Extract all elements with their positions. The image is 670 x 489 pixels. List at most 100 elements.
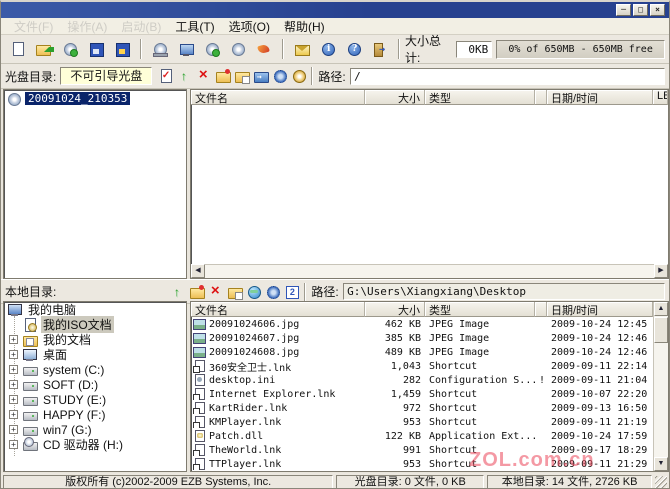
file-size: 972 xyxy=(365,403,425,414)
tree-item-my-iso-documents[interactable]: 我的ISO文档 xyxy=(4,317,186,332)
column-header-type[interactable]: 类型 xyxy=(425,90,535,105)
find-button[interactable] xyxy=(289,67,308,86)
file-row[interactable]: 20091024607.jpg385 KBJPEG Image2009-10-2… xyxy=(191,331,668,345)
tree-item-drive-d[interactable]: +SOFT (D:) xyxy=(4,377,186,392)
extract-to-button[interactable] xyxy=(251,67,270,86)
burner-icon xyxy=(152,41,168,57)
tree-item-drive-e[interactable]: +STUDY (E:) xyxy=(4,392,186,407)
disc-file-list-body[interactable] xyxy=(191,105,668,251)
file-row[interactable]: TTPlayer.lnk953Shortcut2009-09-11 21:29 xyxy=(191,457,668,471)
new-folder-button[interactable] xyxy=(213,67,232,86)
file-row[interactable]: Internet Explorer.lnk1,459Shortcut2009-1… xyxy=(191,387,668,401)
disc-info-button[interactable] xyxy=(226,38,250,60)
open-image-button[interactable]: ▾ xyxy=(32,38,56,60)
convert-image-button[interactable] xyxy=(174,38,198,60)
expander-icon[interactable]: + xyxy=(9,380,18,389)
menu-item-actions[interactable]: 操作(A) xyxy=(60,17,114,36)
expander-icon[interactable]: + xyxy=(9,335,18,344)
disc-root-item[interactable]: 20091024_210353 xyxy=(4,90,186,107)
burn-cd-button[interactable] xyxy=(148,38,172,60)
tree-item-cd-drive-h[interactable]: +CD 驱动器 (H:) xyxy=(4,437,186,452)
new-folder-button[interactable] xyxy=(187,282,206,301)
explore-button[interactable] xyxy=(282,282,301,301)
delete-button[interactable] xyxy=(194,67,213,86)
menu-item-help[interactable]: 帮助(H) xyxy=(277,17,332,36)
help-button[interactable] xyxy=(342,38,366,60)
disc-path-input[interactable]: / xyxy=(350,68,665,85)
tree-item-drive-c[interactable]: +system (C:) xyxy=(4,362,186,377)
tree-item-drive-g[interactable]: +win7 (G:) xyxy=(4,422,186,437)
expander-icon[interactable]: + xyxy=(9,395,18,404)
local-list-vertical-scrollbar[interactable]: ▲ ▼ xyxy=(653,302,668,471)
new-image-button[interactable] xyxy=(6,38,30,60)
make-cd-image-button[interactable] xyxy=(58,38,82,60)
file-row[interactable]: desktop.ini282Configuration S...!2009-09… xyxy=(191,373,668,387)
save-as-button[interactable] xyxy=(110,38,134,60)
file-row[interactable]: 360安全卫士.lnk1,043Shortcut2009-09-11 22:14 xyxy=(191,359,668,373)
send-mail-button[interactable] xyxy=(290,38,314,60)
disc-list-horizontal-scrollbar[interactable]: ◀ ▶ xyxy=(191,264,668,278)
expander-icon[interactable]: + xyxy=(9,425,18,434)
rename-button[interactable] xyxy=(225,282,244,301)
up-one-level-button[interactable] xyxy=(168,282,187,301)
column-header-lba[interactable]: LB xyxy=(653,90,668,105)
scroll-up-arrow-icon[interactable]: ▲ xyxy=(654,302,668,316)
file-row[interactable]: 20091024608.jpg489 KBJPEG Image2009-10-2… xyxy=(191,345,668,359)
refresh-button[interactable] xyxy=(244,282,263,301)
menu-item-options[interactable]: 选项(O) xyxy=(222,17,277,36)
tree-item-desktop[interactable]: +桌面 xyxy=(4,347,186,362)
menu-item-file[interactable]: 文件(F) xyxy=(7,17,60,36)
scrollbar-thumb[interactable] xyxy=(654,317,668,343)
file-name: TTPlayer.lnk xyxy=(209,459,281,470)
file-row[interactable]: KMPlayer.lnk953Shortcut2009-09-11 21:19 xyxy=(191,415,668,429)
column-header-filename[interactable]: 文件名 xyxy=(191,90,365,105)
file-row[interactable]: 20091024606.jpg462 KBJPEG Image2009-10-2… xyxy=(191,317,668,331)
filter-button[interactable] xyxy=(263,282,282,301)
filter-button[interactable] xyxy=(270,67,289,86)
expander-icon[interactable]: + xyxy=(9,365,18,374)
erase-disc-button[interactable] xyxy=(252,38,276,60)
tree-item-drive-f[interactable]: +HAPPY (F:) xyxy=(4,407,186,422)
file-size: 1,043 xyxy=(365,361,425,372)
capacity-indicator: 0% of 650MB - 650MB free xyxy=(496,40,665,59)
scroll-right-arrow-icon[interactable]: ▶ xyxy=(654,264,668,278)
column-header-size[interactable]: 大小 xyxy=(365,302,425,317)
column-header-attr[interactable] xyxy=(535,90,547,105)
expander-icon[interactable]: + xyxy=(9,350,18,359)
menu-item-bootable[interactable]: 启动(B) xyxy=(114,17,168,36)
boot-status-box[interactable]: 不可引导光盘 xyxy=(60,67,152,85)
file-name: TheWorld.lnk xyxy=(209,445,281,456)
verify-disc-button[interactable] xyxy=(200,38,224,60)
delete-button[interactable] xyxy=(206,282,225,301)
rename-button[interactable] xyxy=(232,67,251,86)
column-header-datetime[interactable]: 日期/时间 xyxy=(547,302,653,317)
column-header-type[interactable]: 类型 xyxy=(425,302,535,317)
scroll-down-arrow-icon[interactable]: ▼ xyxy=(654,457,668,471)
disc-gray-icon xyxy=(230,41,246,57)
minimize-button[interactable]: ─ xyxy=(616,4,631,16)
shortcut-file-icon xyxy=(193,388,206,400)
column-header-size[interactable]: 大小 xyxy=(365,90,425,105)
file-row[interactable]: KartRider.lnk972Shortcut2009-09-13 16:50 xyxy=(191,401,668,415)
tree-item-my-computer[interactable]: 我的电脑 xyxy=(4,302,186,317)
tree-item-my-documents[interactable]: +我的文档 xyxy=(4,332,186,347)
exit-button[interactable] xyxy=(368,38,392,60)
column-header-filename[interactable]: 文件名 xyxy=(191,302,365,317)
column-header-datetime[interactable]: 日期/时间 xyxy=(547,90,653,105)
image-info-button[interactable] xyxy=(316,38,340,60)
menu-item-tools[interactable]: 工具(T) xyxy=(168,17,221,36)
expander-icon[interactable]: + xyxy=(9,410,18,419)
file-row[interactable]: TheWorld.lnk991Shortcut2009-09-17 18:29 xyxy=(191,443,668,457)
verify-checksum-button[interactable] xyxy=(156,67,175,86)
check-doc-icon xyxy=(158,68,174,84)
resize-grip[interactable] xyxy=(655,476,667,488)
close-button[interactable]: × xyxy=(650,4,665,16)
file-row[interactable]: Patch.dll122 KBApplication Ext...2009-10… xyxy=(191,429,668,443)
save-button[interactable] xyxy=(84,38,108,60)
expander-icon[interactable]: + xyxy=(9,440,18,449)
scroll-left-arrow-icon[interactable]: ◀ xyxy=(191,264,205,278)
extract-button[interactable] xyxy=(175,67,194,86)
local-path-input[interactable]: G:\Users\Xiangxiang\Desktop xyxy=(343,283,665,300)
column-header-attr[interactable] xyxy=(535,302,547,317)
maximize-button[interactable]: □ xyxy=(633,4,648,16)
